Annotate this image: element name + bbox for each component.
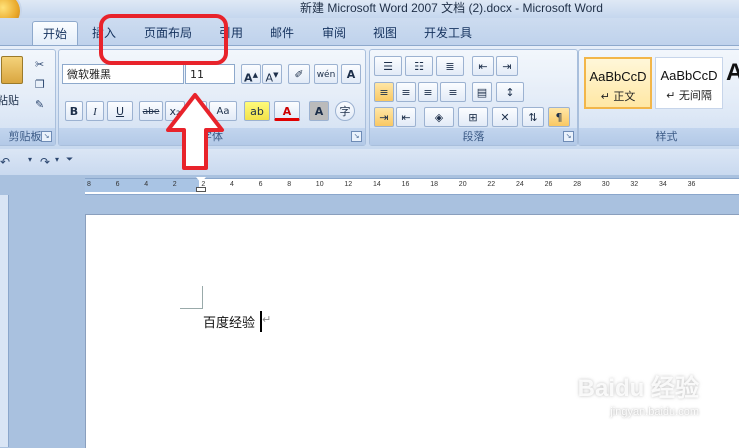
italic-button[interactable]: I — [86, 101, 104, 121]
ltr-icon[interactable]: ⇥ — [374, 107, 394, 127]
undo-icon[interactable]: ↶ — [0, 155, 10, 169]
ruler-tick-label: 30 — [601, 181, 610, 188]
ruler-tick-label: 14 — [373, 181, 381, 188]
margin-corner-mark — [180, 286, 203, 309]
ruler-tick-label: 24 — [516, 181, 524, 188]
style-no-spacing-sample: AaBbCcD — [660, 68, 718, 83]
styles-group: AaBbCcD ↵ 正文 AaBbCcD ↵ 无间隔 A 样式 — [578, 49, 739, 146]
sort-icon[interactable]: ⇅ — [522, 107, 544, 127]
ruler-tick-label: 2 — [172, 181, 177, 188]
ruler-tick-label: 4 — [230, 181, 234, 188]
ruler-tick-label: 4 — [144, 181, 149, 188]
decrease-indent-icon[interactable]: ⇤ — [472, 56, 494, 76]
bullets-icon[interactable]: ☰ — [374, 56, 402, 76]
font-color-button[interactable]: A — [274, 101, 300, 121]
clipboard-dialog-launcher[interactable]: ↘ — [41, 131, 52, 142]
ruler-ticks: 8 6 4 2 2 4 6 8 10 12 14 16 18 20 22 24 26 28 30 32 34 36 — [85, 178, 739, 193]
rtl-icon[interactable]: ⇤ — [396, 107, 416, 127]
clear-format-icon[interactable]: ✐ — [288, 64, 310, 84]
ruler-tick-label: 6 — [115, 181, 120, 188]
shrink-font-button[interactable]: A▼ — [262, 64, 282, 85]
ruler-tick-label: 22 — [487, 181, 496, 188]
borders-icon[interactable]: ⊞ — [458, 107, 488, 127]
phonetic-guide-icon[interactable]: wén — [314, 64, 338, 84]
ruler-tick-label: 16 — [401, 181, 410, 188]
quick-access-toolbar: ↶ ▾ ↷ ▾ ⏷ — [0, 149, 739, 175]
style-normal[interactable]: AaBbCcD ↵ 正文 — [584, 57, 652, 109]
ruler-tick-label: 36 — [687, 181, 696, 188]
redo-dropdown-icon[interactable]: ▾ — [55, 155, 59, 164]
tab-developer[interactable]: 开发工具 — [424, 21, 472, 45]
ruler-tick-label: 10 — [315, 181, 324, 188]
ruler-tick-label: 12 — [344, 181, 353, 188]
underline-button[interactable]: U — [107, 101, 133, 121]
up-arrow-annotation-icon — [166, 93, 224, 170]
align-center-icon[interactable]: ≡ — [396, 82, 416, 102]
customize-qat-icon[interactable]: ⏷ — [66, 155, 73, 165]
ruler-tick-label: 28 — [573, 181, 581, 188]
justify-icon[interactable]: ≡ — [440, 82, 466, 102]
line-spacing-icon[interactable]: ↕ — [496, 82, 524, 102]
ruler-tick-label: 18 — [430, 181, 438, 188]
paste-icon[interactable] — [1, 56, 23, 84]
enclose-char-icon[interactable]: 字 — [335, 101, 355, 121]
numbering-icon[interactable]: ☷ — [405, 56, 433, 76]
ruler-tick-label: 6 — [258, 181, 263, 188]
cut-icon[interactable]: ✂ — [35, 58, 44, 71]
document-text[interactable]: 百度经验 — [203, 312, 255, 331]
style-no-spacing-name: ↵ 无间隔 — [666, 89, 712, 102]
paragraph-mark: ↵ — [262, 313, 272, 326]
char-border-icon[interactable]: A — [341, 64, 361, 84]
baidu-watermark-logo: Baidu 经验 — [577, 375, 699, 402]
align-left-icon[interactable]: ≡ — [374, 82, 394, 102]
ruler-tick-label: 8 — [87, 181, 91, 188]
styles-group-label: 样式 — [579, 128, 739, 145]
paragraph-group-label: 段落 — [370, 128, 577, 145]
shading-icon[interactable]: ◈ — [424, 107, 454, 127]
char-shading-icon[interactable]: A — [309, 101, 329, 121]
highlight-icon[interactable]: ab — [244, 101, 270, 121]
paragraph-dialog-launcher[interactable]: ↘ — [563, 131, 574, 142]
font-size-field[interactable]: 11 — [185, 64, 235, 84]
show-marks-icon[interactable]: ¶ — [548, 107, 570, 127]
tab-view[interactable]: 视图 — [373, 21, 397, 45]
tab-home[interactable]: 开始 — [32, 21, 79, 46]
bold-button[interactable]: B — [65, 101, 83, 121]
font-dialog-launcher[interactable]: ↘ — [351, 131, 362, 142]
style-heading-sample: A — [726, 59, 739, 86]
style-normal-sample: AaBbCcD — [589, 69, 647, 84]
style-heading[interactable]: A — [726, 57, 739, 109]
highlight-annotation-box — [99, 14, 228, 65]
copy-icon[interactable]: ❐ — [35, 78, 45, 91]
redo-icon[interactable]: ↷ — [40, 155, 50, 169]
align-right-icon[interactable]: ≡ — [418, 82, 438, 102]
asian-layout-icon[interactable]: ✕ — [492, 107, 518, 127]
grow-font-button[interactable]: A▲ — [241, 64, 261, 85]
ruler-tick-label: 8 — [287, 181, 292, 188]
increase-indent-icon[interactable]: ⇥ — [496, 56, 518, 76]
tab-mailings[interactable]: 邮件 — [270, 21, 294, 45]
multilevel-list-icon[interactable]: ≣ — [436, 56, 464, 76]
font-name-field[interactable]: 微软雅黑 — [62, 64, 184, 84]
indent-marker-icon[interactable] — [196, 177, 206, 195]
tab-review[interactable]: 审阅 — [322, 21, 346, 45]
baidu-watermark-url: jingyan.baidu.com — [610, 406, 699, 418]
undo-dropdown-icon[interactable]: ▾ — [28, 155, 32, 164]
vertical-ruler[interactable] — [0, 195, 9, 447]
clipboard-group: 粘贴 ✂ ❐ ✎ 剪贴板 ↘ — [0, 49, 56, 146]
paste-label[interactable]: 粘贴 — [0, 92, 19, 108]
format-painter-icon[interactable]: ✎ — [35, 98, 44, 111]
ruler-tick-label: 32 — [630, 181, 639, 188]
strikethrough-button[interactable]: abe — [139, 101, 163, 121]
ruler-tick-label: 20 — [458, 181, 467, 188]
style-normal-name: ↵ 正文 — [600, 90, 636, 103]
ruler-tick-label: 34 — [659, 181, 667, 188]
ruler-tick-label: 26 — [544, 181, 553, 188]
style-no-spacing[interactable]: AaBbCcD ↵ 无间隔 — [655, 57, 723, 109]
paragraph-group: ☰ ☷ ≣ ⇤ ⇥ ≡ ≡ ≡ ≡ ▤ ↕ ⇥ ⇤ ◈ ⊞ ✕ ⇅ ¶ 段落 ↘ — [369, 49, 578, 146]
distribute-icon[interactable]: ▤ — [472, 82, 492, 102]
